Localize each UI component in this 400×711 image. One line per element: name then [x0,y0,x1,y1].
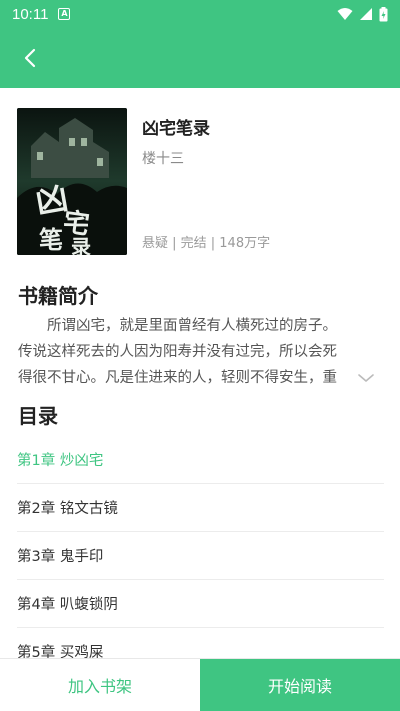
cover-title-char-3: 笔 [39,225,63,254]
intro-text: 所谓凶宅，就是里面曾经有人横死过的房子。传说这样死去的人因为阳寿并没有过完，所以… [18,318,337,386]
chevron-left-icon [24,48,36,68]
toc-item[interactable]: 第1章 炒凶宅 [17,436,384,484]
toc-item-label: 第4章 叭蝮锁阴 [17,597,118,613]
book-title: 凶宅笔录 [142,119,210,139]
add-to-shelf-button[interactable]: 加入书架 [0,659,200,711]
signal-icon [360,8,372,20]
wifi-icon [337,8,353,20]
status-time: 10:11 [12,5,49,23]
book-author[interactable]: 楼十三 [142,148,184,168]
book-cover-image: 凶 宅 笔 录 [17,108,127,255]
toc-item-label: 第2章 铭文古镜 [17,501,118,517]
back-button[interactable] [14,42,46,74]
notification-a-icon: A [58,8,71,20]
toc-heading: 目录 [18,404,58,428]
start-reading-button[interactable]: 开始阅读 [200,659,400,711]
status-icons [337,6,388,22]
app-bar [0,28,400,88]
toc-item[interactable]: 第4章 叭蝮锁阴 [17,580,384,628]
book-info: 凶 宅 笔 录 凶宅笔录 楼十三 悬疑 | 完结 | 148万字 [0,88,400,268]
book-meta: 悬疑 | 完结 | 148万字 [142,236,271,251]
book-cover: 凶 宅 笔 录 [17,108,127,255]
toc-item-label: 第1章 炒凶宅 [17,453,104,469]
status-bar: 10:11 A [0,0,400,28]
cover-title-char-4: 录 [71,235,91,255]
toc-item[interactable]: 第3章 鬼手印 [17,532,384,580]
toc-list: 第1章 炒凶宅 第2章 铭文古镜 第3章 鬼手印 第4章 叭蝮锁阴 第5章 买鸡… [17,436,384,676]
intro-heading: 书籍简介 [18,284,98,308]
bottom-action-bar: 加入书架 开始阅读 [0,658,400,711]
battery-charging-icon [379,6,388,21]
chevron-down-icon[interactable] [356,371,376,385]
toc-item-label: 第3章 鬼手印 [17,549,104,565]
toc-item[interactable]: 第2章 铭文古镜 [17,484,384,532]
